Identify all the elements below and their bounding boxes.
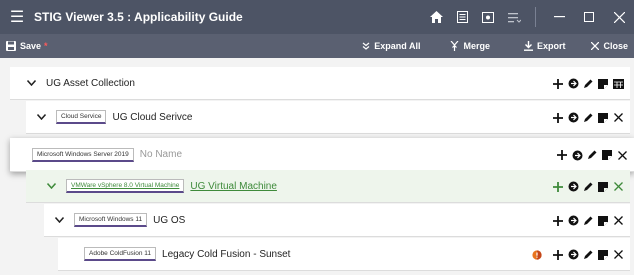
chevron-down-icon[interactable]: [44, 183, 58, 189]
copy-icon[interactable]: [567, 111, 579, 125]
chevron-down-icon[interactable]: [24, 80, 38, 86]
row-actions: [552, 101, 624, 134]
expand-all-label: Expand All: [374, 41, 421, 51]
close-x-icon: [591, 42, 600, 50]
note-icon[interactable]: [597, 248, 609, 262]
chevron-down-icon[interactable]: [52, 217, 66, 223]
add-icon[interactable]: [556, 148, 568, 162]
close-label: Close: [603, 41, 628, 51]
merge-button[interactable]: Merge: [444, 34, 496, 58]
unsaved-marker: *: [44, 41, 48, 51]
edit-icon[interactable]: [582, 214, 594, 228]
delete-icon[interactable]: [612, 248, 624, 262]
edit-icon[interactable]: [582, 77, 594, 91]
document-icon[interactable]: [449, 0, 475, 34]
list-icon[interactable]: [501, 0, 527, 34]
tree-row-windows-server[interactable]: Microsoft Windows Server 2019 No Name: [10, 138, 634, 172]
copy-icon[interactable]: [567, 248, 579, 262]
export-label: Export: [536, 41, 566, 51]
asset-type-tag: Microsoft Windows 11: [74, 213, 148, 227]
add-icon[interactable]: [552, 214, 564, 228]
asset-type-tag: Adobe ColdFusion 11: [84, 247, 157, 261]
asset-type-tag: Microsoft Windows Server 2019: [32, 147, 134, 162]
note-icon[interactable]: [597, 180, 609, 194]
tree-row-name: No Name: [139, 149, 183, 160]
copy-icon[interactable]: [567, 180, 579, 194]
download-icon: [523, 41, 533, 51]
save-label: Save: [20, 41, 42, 51]
asset-type-tag: Cloud Service: [56, 110, 107, 124]
merge-label: Merge: [463, 41, 490, 51]
tree-row-coldfusion[interactable]: Adobe ColdFusion 11 Legacy Cold Fusion -…: [58, 238, 630, 271]
warning-icon[interactable]: [531, 248, 543, 262]
copy-icon[interactable]: [571, 148, 583, 162]
table-icon[interactable]: [612, 77, 624, 91]
row-actions: [531, 238, 624, 271]
delete-icon[interactable]: [612, 111, 624, 125]
close-button[interactable]: Close: [585, 34, 634, 58]
delete-icon[interactable]: [612, 180, 624, 194]
tree-row-name: UG Virtual Machine: [190, 180, 277, 192]
note-icon[interactable]: [601, 148, 613, 162]
title-separator: [535, 7, 536, 27]
tree-row-asset-collection[interactable]: UG Asset Collection: [10, 67, 630, 100]
window-title: STIG Viewer 3.5 : Applicability Guide: [34, 10, 243, 24]
chevron-down-icon[interactable]: [34, 114, 48, 120]
tree-row-windows-11[interactable]: Microsoft Windows 11 UG OS: [44, 204, 630, 237]
tree-row-name: UG Cloud Serivce: [112, 111, 193, 123]
note-icon[interactable]: [597, 111, 609, 125]
maximize-icon[interactable]: [574, 0, 604, 34]
double-chevron-icon: [362, 42, 370, 50]
toolbar: Save * Expand All Merge Export Close: [0, 34, 634, 58]
tree-row-cloud-service[interactable]: Cloud Service UG Cloud Serivce: [26, 101, 630, 134]
tree-row-name: Legacy Cold Fusion - Sunset: [162, 248, 291, 260]
hamburger-icon[interactable]: ☰: [0, 0, 34, 34]
add-icon[interactable]: [552, 180, 564, 194]
tree-panel: UG Asset Collection Cloud Service UG Clo…: [0, 58, 634, 275]
note-icon[interactable]: [597, 77, 609, 91]
expand-all-button[interactable]: Expand All: [356, 34, 426, 58]
export-button[interactable]: Export: [518, 34, 572, 58]
tree-row-name: UG Asset Collection: [46, 77, 135, 89]
note-icon[interactable]: [597, 214, 609, 228]
copy-icon[interactable]: [567, 214, 579, 228]
row-actions: [552, 67, 624, 100]
home-icon[interactable]: [423, 0, 449, 34]
close-icon[interactable]: [604, 0, 634, 34]
image-icon[interactable]: [475, 0, 501, 34]
edit-icon[interactable]: [582, 248, 594, 262]
save-icon: [6, 41, 16, 51]
tree-row-virtual-machine[interactable]: VMWare vSphere 8.0 Virtual Machine UG Vi…: [26, 170, 630, 203]
row-actions: [552, 170, 624, 203]
edit-icon[interactable]: [586, 148, 598, 162]
minimize-icon[interactable]: [544, 0, 574, 34]
add-icon[interactable]: [552, 77, 564, 91]
row-actions: [556, 138, 628, 172]
row-actions: [552, 204, 624, 237]
copy-icon[interactable]: [567, 77, 579, 91]
merge-icon: [450, 41, 459, 51]
add-icon[interactable]: [552, 248, 564, 262]
edit-icon[interactable]: [582, 111, 594, 125]
edit-icon[interactable]: [582, 180, 594, 194]
asset-type-tag: VMWare vSphere 8.0 Virtual Machine: [66, 179, 185, 193]
tree-row-name: UG OS: [153, 214, 186, 226]
add-icon[interactable]: [552, 111, 564, 125]
delete-icon[interactable]: [612, 214, 624, 228]
title-bar: ☰ STIG Viewer 3.5 : Applicability Guide: [0, 0, 634, 34]
save-button[interactable]: Save *: [0, 34, 54, 58]
delete-icon[interactable]: [616, 148, 628, 162]
